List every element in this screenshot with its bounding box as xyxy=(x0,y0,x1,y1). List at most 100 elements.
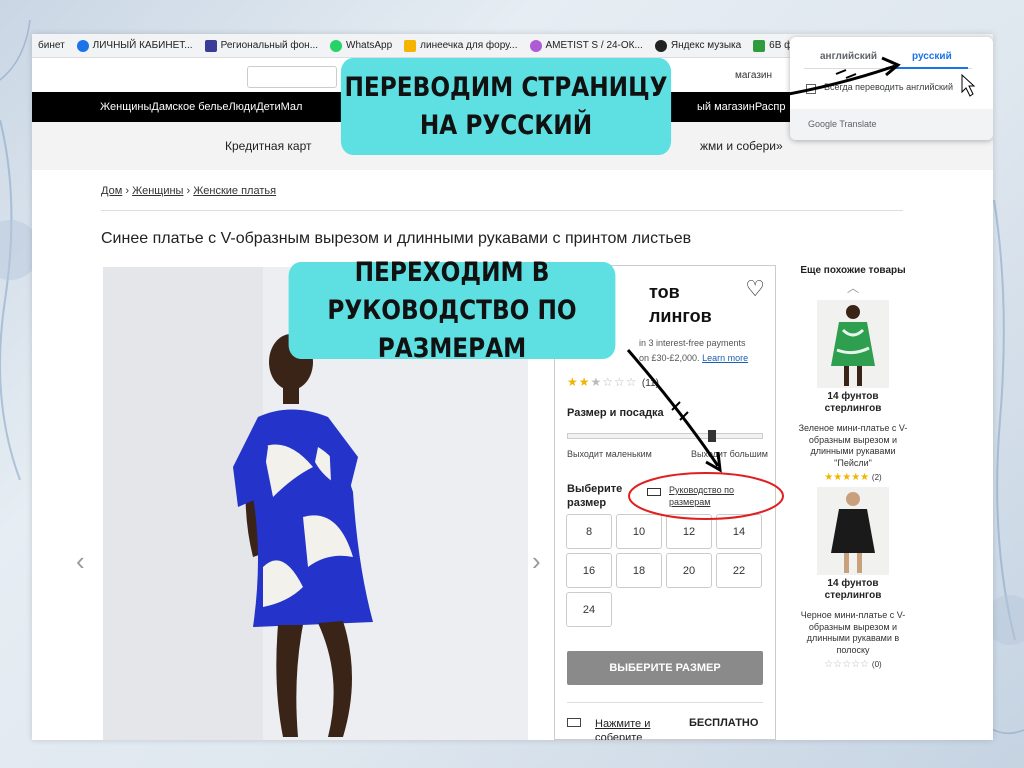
divider xyxy=(567,702,763,703)
similar-item-image xyxy=(817,487,889,575)
bookmark-label: линеечка для фору... xyxy=(420,40,518,51)
tab-russian[interactable]: русский xyxy=(912,51,952,62)
model-illustration xyxy=(831,492,875,573)
bookmark-label: AMETIST S / 24-ОК... xyxy=(545,40,643,51)
chevron-up-icon[interactable]: ︿ xyxy=(798,279,908,296)
learn-more-link[interactable]: Learn more xyxy=(702,353,748,363)
nav-categories[interactable]: ЖенщиныДамское бельеЛюдиДетиМал xyxy=(100,101,302,113)
fit-marker xyxy=(708,430,716,442)
breadcrumb-home[interactable]: Дом xyxy=(101,185,122,197)
similar-item[interactable]: 14 фунтов стерлингов Черное мини-платье … xyxy=(798,487,908,670)
free-label: БЕСПЛАТНО xyxy=(689,717,759,729)
folder-icon xyxy=(404,39,417,52)
store-icon xyxy=(567,718,581,727)
always-translate-label: Всегда переводить английский xyxy=(824,82,953,92)
size-guide-link[interactable]: Руководство по размерам xyxy=(647,484,749,508)
size-option[interactable]: 12 xyxy=(666,514,712,549)
size-option[interactable]: 24 xyxy=(566,592,612,627)
fit-label: Размер и посадка xyxy=(567,407,664,419)
promo-text-right[interactable]: жми и собери» xyxy=(700,139,783,153)
size-option[interactable]: 18 xyxy=(616,553,662,588)
globe-icon xyxy=(76,39,89,52)
store-link[interactable]: магазин xyxy=(735,70,772,81)
rating-stars: ☆☆☆☆☆ (0) xyxy=(798,659,908,670)
ruler-icon xyxy=(647,488,661,496)
size-option[interactable]: 14 xyxy=(716,514,762,549)
breadcrumb-women[interactable]: Женщины xyxy=(132,185,183,197)
bookmark-label: Региональный фон... xyxy=(220,40,319,51)
rating-count: (0) xyxy=(871,660,882,669)
size-grid: 8 10 12 14 16 18 20 22 24 xyxy=(566,514,766,627)
callout-size-guide: Переходим в руководство по размерам xyxy=(288,257,616,364)
fit-scale xyxy=(567,430,763,442)
rating-stars: ★★★★★ (2) xyxy=(798,472,908,483)
google-translate-label: Google Translate xyxy=(808,119,877,129)
price-line: тов xyxy=(649,282,680,302)
size-option[interactable]: 22 xyxy=(716,553,762,588)
size-option[interactable]: 8 xyxy=(566,514,612,549)
klarna-text: in 3 interest-free payments xyxy=(639,338,746,348)
divider xyxy=(101,210,903,211)
star-icon: ★★ xyxy=(567,375,591,389)
similar-item-desc: Зеленое мини-платье с V-образным вырезом… xyxy=(798,423,908,468)
size-option[interactable]: 20 xyxy=(666,553,712,588)
bookmark-label: Яндекс музыка xyxy=(670,40,742,51)
click-collect-link[interactable]: Нажмите и соберите xyxy=(595,717,665,740)
play-icon xyxy=(654,39,667,52)
similar-item-desc: Черное мини-платье с V-образным вырезом … xyxy=(800,610,906,655)
similar-item-image xyxy=(817,300,889,388)
promo-text-left[interactable]: Кредитная карт xyxy=(225,139,312,153)
bookmark-label: ЛИЧНЫЙ КАБИНЕТ... xyxy=(92,40,193,51)
tab-english[interactable]: английский xyxy=(820,51,877,62)
search-input[interactable] xyxy=(247,66,337,88)
size-option[interactable]: 10 xyxy=(616,514,662,549)
fit-small-label: Выходит маленьким xyxy=(567,449,652,459)
always-translate-checkbox[interactable] xyxy=(806,84,816,94)
klarna-text: on £30-£2,000. xyxy=(639,353,700,363)
breadcrumb: Дом › Женщины › Женские платья xyxy=(101,185,276,197)
callout-translate: Переводим страницу на русский xyxy=(340,58,672,155)
similar-products: Еще похожие товары ︿ 14 фунтов стерлинго… xyxy=(798,264,908,670)
price-line: лингов xyxy=(649,306,712,326)
product-title: Синее платье с V-образным вырезом и длин… xyxy=(101,230,692,247)
chevron-left-icon[interactable]: ‹ xyxy=(76,546,85,577)
bookmark-item[interactable]: Региональный фон... xyxy=(199,39,324,52)
site-icon xyxy=(753,39,766,52)
bookmark-item[interactable]: AMETIST S / 24-ОК... xyxy=(524,39,649,52)
site-icon xyxy=(529,39,542,52)
product-price: тов лингов xyxy=(649,280,759,328)
similar-item[interactable]: 14 фунтов стерлингов Зеленое мини-платье… xyxy=(798,300,908,483)
translate-popup: английский русский Всегда переводить анг… xyxy=(790,37,993,140)
star-icon: ☆☆☆☆☆ xyxy=(824,659,870,670)
breadcrumb-dresses[interactable]: Женские платья xyxy=(193,185,276,197)
star-icon: ★★★★★ xyxy=(824,472,870,483)
nav-categories-right[interactable]: ый магазинРаспр xyxy=(697,101,785,113)
whatsapp-icon xyxy=(330,39,343,52)
bookmark-label: WhatsApp xyxy=(346,40,393,51)
similar-item-price: 14 фунтов стерлингов xyxy=(824,578,882,601)
similar-item-price: 14 фунтов стерлингов xyxy=(824,391,882,414)
model-illustration xyxy=(831,305,875,386)
bookmark-item[interactable]: бинет xyxy=(32,40,71,51)
star-icon: ★☆☆☆ xyxy=(590,375,638,389)
bookmark-item[interactable]: линеечка для фору... xyxy=(398,39,523,52)
bookmark-label: бинет xyxy=(38,40,65,51)
fit-large-label: Выходит большим xyxy=(691,449,768,459)
choose-size-label: Выберите размер xyxy=(567,483,623,509)
rating-stars[interactable]: ★★★☆☆☆ (11) xyxy=(567,375,659,389)
active-tab-indicator xyxy=(886,67,968,69)
klarna-info: in 3 interest-free payments on £30-£2,00… xyxy=(639,336,769,366)
rating-count: (11) xyxy=(641,378,659,389)
bookmark-label: 6В ф xyxy=(769,40,793,51)
size-option[interactable]: 16 xyxy=(566,553,612,588)
size-guide-label: Руководство по размерам xyxy=(669,485,734,507)
translate-footer: Google Translate xyxy=(790,109,993,140)
bookmark-item[interactable]: Яндекс музыка xyxy=(649,39,747,52)
choose-size-button[interactable]: ВЫБЕРИТЕ РАЗМЕР xyxy=(567,651,763,685)
heart-icon[interactable]: ♡ xyxy=(745,276,765,302)
chevron-right-icon[interactable]: › xyxy=(532,546,541,577)
bookmark-item[interactable]: WhatsApp xyxy=(324,39,398,52)
similar-heading: Еще похожие товары xyxy=(800,265,906,276)
bookmark-item[interactable]: ЛИЧНЫЙ КАБИНЕТ... xyxy=(71,39,199,52)
rating-count: (2) xyxy=(871,473,882,482)
